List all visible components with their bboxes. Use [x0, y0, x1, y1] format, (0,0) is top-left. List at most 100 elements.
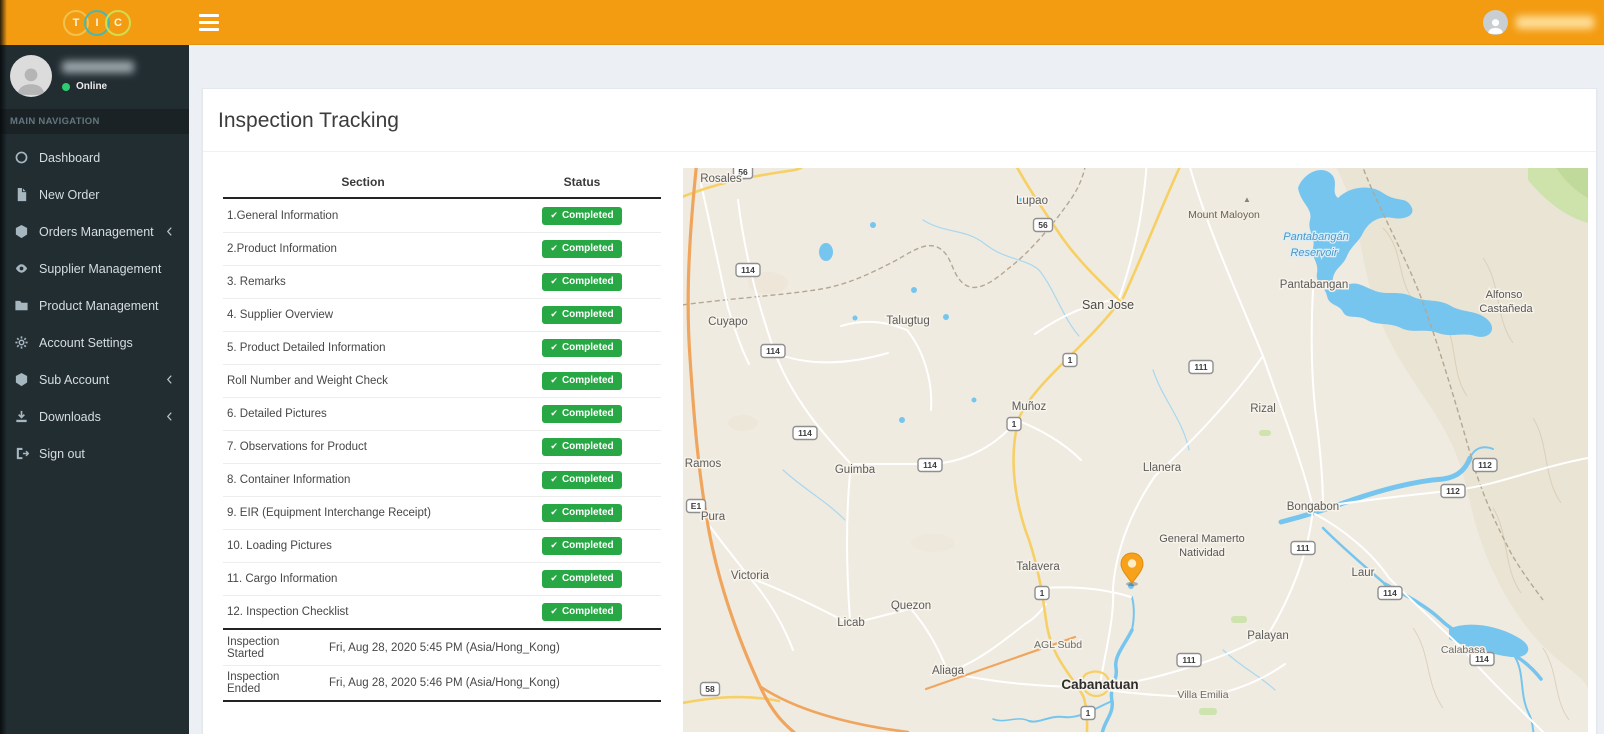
navbar-username-blurred	[1516, 16, 1594, 29]
route-shield-1: 1	[1034, 585, 1050, 601]
map-label-muñoz: Muñoz	[1012, 401, 1047, 413]
map-label-licab: Licab	[837, 617, 865, 629]
check-icon: ✔	[550, 342, 558, 352]
cube-icon	[14, 372, 29, 387]
route-shield-111: 111	[1290, 540, 1316, 556]
navbar-user-menu[interactable]	[1483, 0, 1594, 45]
map-label-talugtug: Talugtug	[886, 315, 929, 327]
map-label-aliaga: Aliaga	[932, 665, 965, 677]
map-label-ramos: Ramos	[685, 458, 722, 470]
table-row: 11. Cargo Information ✔ Completed	[223, 562, 661, 595]
route-shield-112: 112	[1440, 483, 1466, 499]
chevron-left-icon	[164, 374, 175, 385]
app-window: TIC Online MAIN NAVIGATION Dashboard New…	[0, 0, 1604, 734]
inspection-location-map[interactable]: 56 114 56 114 1 111 1 114 114 112 112 E1 111 1 114 58 11…	[683, 168, 1588, 732]
inspection-time-row: Inspection Ended Fri, Aug 28, 2020 5:46 P…	[223, 665, 661, 700]
route-shield-114: 114	[917, 457, 943, 473]
map-label-alfonso: Alfonso	[1486, 289, 1523, 301]
route-shield-58: 58	[699, 681, 721, 697]
chevron-left-icon	[164, 226, 175, 237]
sidebar-item-label: Orders Management	[39, 224, 154, 239]
svg-text:111: 111	[1182, 655, 1196, 665]
status-badge: ✔ Completed	[542, 339, 622, 357]
table-row: 12. Inspection Checklist ✔ Completed	[223, 595, 661, 628]
map-label-cuyapo: Cuyapo	[708, 316, 748, 328]
map-label-castañeda: Castañeda	[1479, 303, 1533, 315]
sidebar-item-account-settings[interactable]: Account Settings	[0, 324, 189, 361]
tic-logo: TIC	[63, 9, 131, 36]
section-cell: 6. Detailed Pictures	[227, 408, 327, 420]
map-label-palayan: Palayan	[1247, 630, 1289, 642]
sidebar-item-sub-account[interactable]: Sub Account	[0, 361, 189, 398]
map-label-calabasa: Calabasa	[1441, 644, 1486, 656]
main-content: Inspection Tracking Section Status 1.Gen…	[189, 45, 1604, 734]
sidebar-item-new-order[interactable]: New Order	[0, 176, 189, 213]
card-header: Inspection Tracking	[203, 89, 1596, 152]
route-shield-111: 111	[1188, 359, 1214, 375]
svg-text:112: 112	[1446, 486, 1460, 496]
sidebar-item-product-management[interactable]: Product Management	[0, 287, 189, 324]
map-label-mount-maloyon: Mount Maloyon	[1188, 209, 1260, 221]
time-value: Fri, Aug 28, 2020 5:46 PM (Asia/Hong_Kon…	[329, 677, 560, 689]
section-cell: 9. EIR (Equipment Interchange Receipt)	[227, 507, 431, 519]
section-cell: 3. Remarks	[227, 276, 286, 288]
section-cell: 1.General Information	[227, 209, 339, 222]
sidebar-item-downloads[interactable]: Downloads	[0, 398, 189, 435]
map-label-san-jose: San Jose	[1082, 298, 1134, 312]
sidebar-item-label: Account Settings	[39, 335, 133, 350]
status-badge: ✔ Completed	[542, 240, 622, 258]
sidebar-username-blurred	[62, 61, 134, 73]
sidebar-item-orders-management[interactable]: Orders Management	[0, 213, 189, 250]
sidebar-toggle-hamburger-icon[interactable]	[199, 14, 219, 31]
check-icon: ✔	[550, 408, 558, 418]
peak-triangle-icon: ▲	[1243, 195, 1251, 204]
dashboard-icon	[14, 150, 29, 165]
table-row: 3. Remarks ✔ Completed	[223, 265, 661, 298]
user-avatar-icon	[1483, 10, 1508, 35]
table-row: 5. Product Detailed Information ✔ Complete…	[223, 331, 661, 364]
brand-logo[interactable]: TIC	[0, 0, 189, 45]
route-shield-1: 1	[1062, 352, 1078, 368]
section-cell: 7. Observations for Product	[227, 441, 367, 453]
svg-text:56: 56	[1038, 220, 1048, 230]
table-row: 8. Container Information ✔ Completed	[223, 463, 661, 496]
map-label-quezon: Quezon	[891, 600, 931, 612]
map-label-general-mamerto: General Mamerto	[1159, 533, 1245, 545]
inspection-tracking-card: Inspection Tracking Section Status 1.Gen…	[202, 88, 1597, 734]
route-shield-56: 56	[1032, 217, 1054, 233]
sidebar-item-sign-out[interactable]: Sign out	[0, 435, 189, 472]
column-header-status: Status	[563, 175, 601, 189]
map-label-natividad: Natividad	[1179, 547, 1225, 559]
section-cell: 11. Cargo Information	[227, 573, 338, 585]
inspection-sections-table: Section Status 1.General Information ✔ Com…	[223, 168, 661, 702]
section-cell: 5. Product Detailed Information	[227, 342, 386, 354]
online-status-dot	[62, 82, 70, 91]
sidebar-item-label: Product Management	[39, 298, 159, 313]
route-shield-112: 112	[1472, 457, 1498, 473]
map-label-pura: Pura	[701, 511, 726, 523]
map-label-pantabangan: Pantabangan	[1280, 279, 1348, 291]
status-badge: ✔ Completed	[542, 603, 622, 621]
folder-icon	[14, 298, 29, 313]
table-header-row: Section Status	[223, 168, 661, 199]
sidebar-item-supplier-management[interactable]: Supplier Management	[0, 250, 189, 287]
logo-letter-c: C	[105, 9, 131, 36]
status-badge: ✔ Completed	[542, 471, 622, 489]
map-label-pantabangán: Pantabangán	[1283, 231, 1348, 243]
page-title: Inspection Tracking	[218, 109, 399, 132]
check-icon: ✔	[550, 606, 558, 616]
status-badge: ✔ Completed	[542, 504, 622, 522]
table-row: 2.Product Information ✔ Completed	[223, 232, 661, 265]
online-status-label: Online	[76, 81, 108, 92]
status-badge: ✔ Completed	[542, 306, 622, 324]
sidebar-item-dashboard[interactable]: Dashboard	[0, 139, 189, 176]
map-label-villa-emilia: Villa Emilia	[1177, 689, 1228, 701]
sidebar-item-label: Supplier Management	[39, 261, 162, 276]
svg-text:E1: E1	[691, 501, 702, 511]
svg-text:58: 58	[705, 684, 715, 694]
time-label: Inspection Started	[227, 635, 280, 660]
table-row: 9. EIR (Equipment Interchange Receipt) ✔ C…	[223, 496, 661, 529]
route-shield-114: 114	[760, 343, 786, 359]
check-icon: ✔	[550, 309, 558, 319]
map-label-llanera: Llanera	[1143, 462, 1182, 474]
